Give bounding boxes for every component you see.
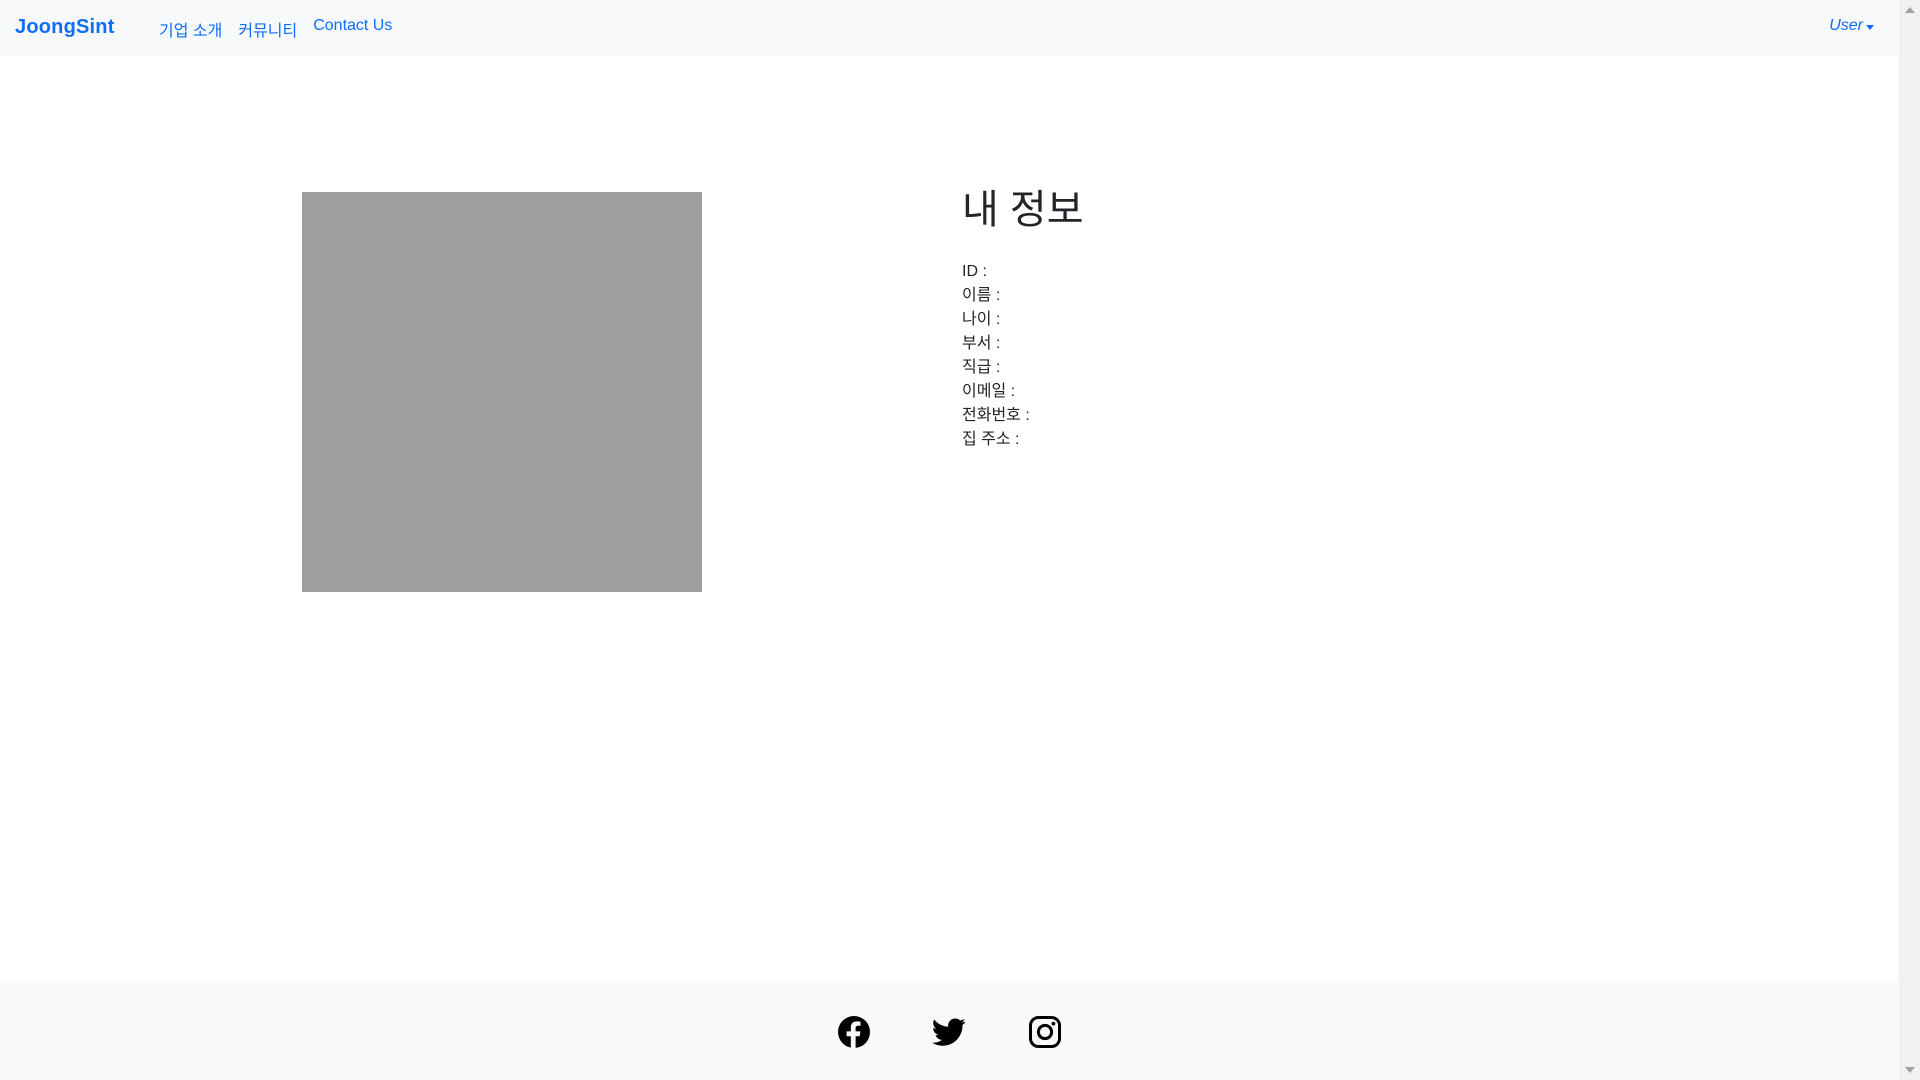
field-email: 이메일 : — [962, 383, 1016, 400]
nav-link-contact[interactable]: Contact Us — [313, 17, 392, 41]
user-dropdown-label: User — [1829, 17, 1863, 34]
brand-logo[interactable]: JoongSint — [15, 16, 115, 39]
nav-links: 기업 소개 커뮤니티 Contact Us — [159, 17, 392, 41]
field-address: 집 주소 : — [962, 431, 1020, 448]
nav-link-community[interactable]: 커뮤니티 — [238, 17, 297, 41]
profile-info: 내 정보 ID : 이름 : 나이 : 부서 : 직급 : 이메일 : 전화번호… — [962, 186, 1084, 452]
field-id: ID : — [962, 263, 987, 280]
twitter-icon[interactable] — [932, 1015, 966, 1049]
scroll-up-icon[interactable] — [1905, 7, 1915, 13]
field-phone: 전화번호 : — [962, 407, 1030, 424]
user-dropdown[interactable]: User — [1829, 17, 1874, 35]
page-scrollbar[interactable] — [1899, 0, 1920, 1080]
navbar: JoongSint 기업 소개 커뮤니티 Contact Us User — [0, 0, 1899, 56]
chevron-down-icon — [1866, 24, 1874, 30]
field-position: 직급 : — [962, 359, 1001, 376]
field-department: 부서 : — [962, 335, 1001, 352]
instagram-icon[interactable] — [1028, 1015, 1062, 1049]
nav-link-company[interactable]: 기업 소개 — [159, 17, 222, 41]
scroll-down-icon[interactable] — [1905, 1067, 1915, 1073]
page-title: 내 정보 — [962, 188, 1084, 232]
profile-image — [302, 192, 702, 592]
field-name: 이름 : — [962, 287, 1001, 304]
page: JoongSint 기업 소개 커뮤니티 Contact Us User 내 정… — [0, 0, 1899, 1080]
profile-field-list: ID : 이름 : 나이 : 부서 : 직급 : 이메일 : 전화번호 : 집 … — [962, 260, 1084, 452]
facebook-icon[interactable] — [837, 1015, 871, 1049]
field-age: 나이 : — [962, 311, 1001, 328]
